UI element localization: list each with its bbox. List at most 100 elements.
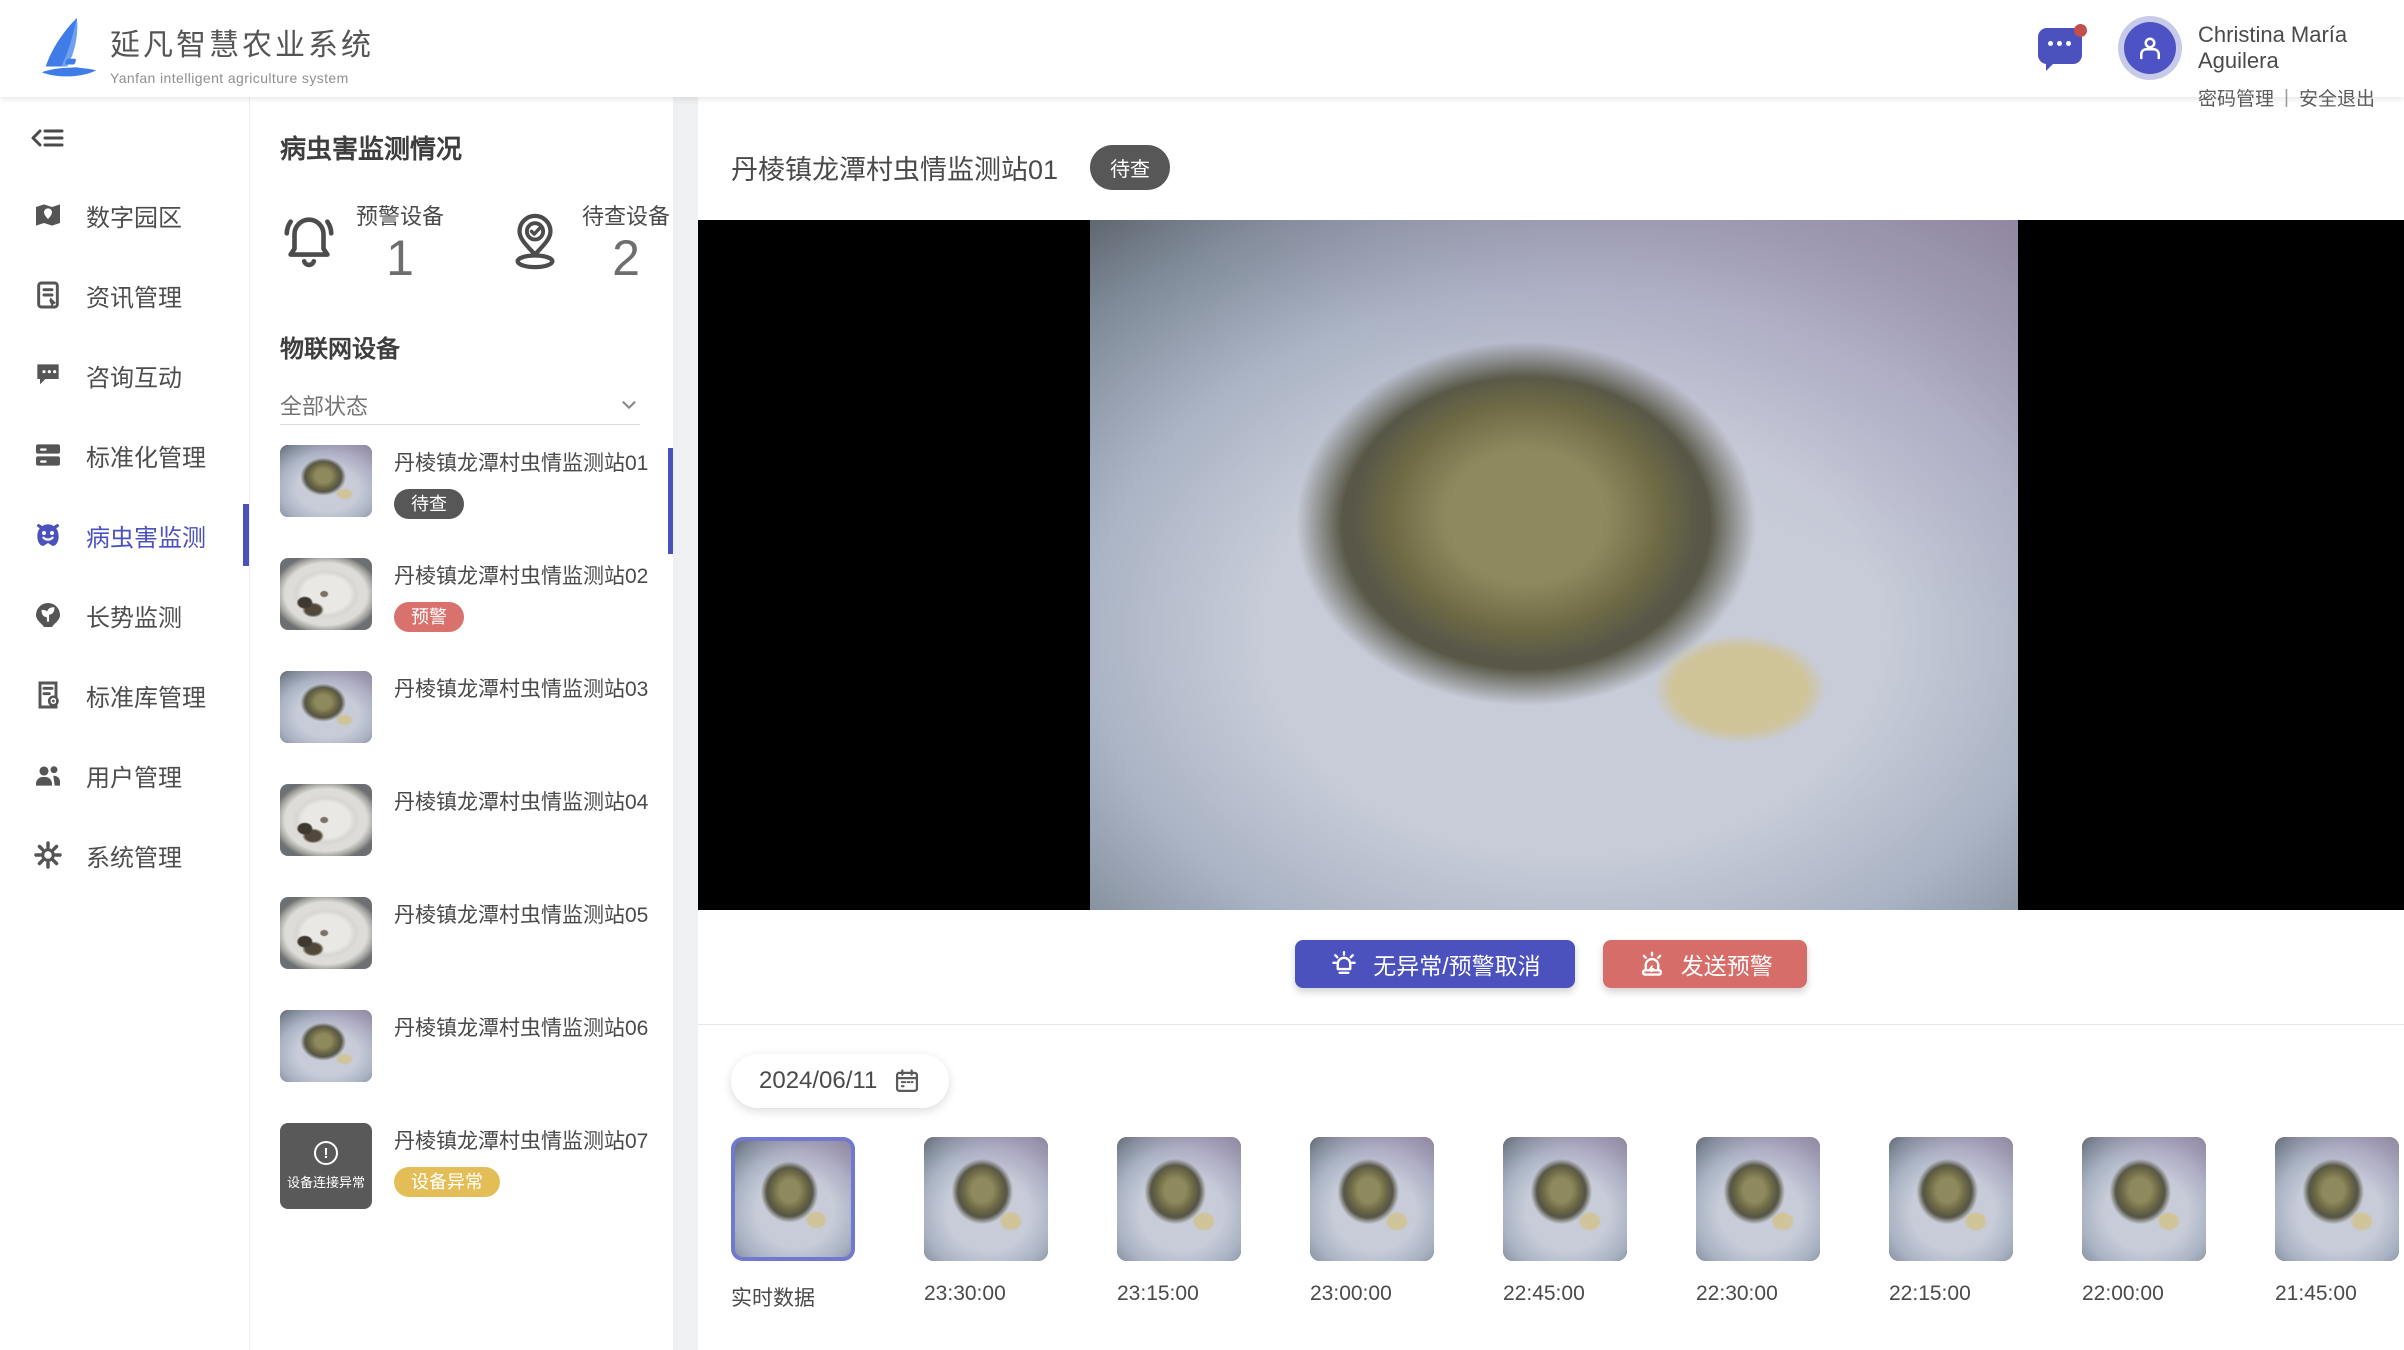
timeline-thumbnail (1310, 1137, 1434, 1261)
sidebar-item-label: 系统管理 (86, 838, 182, 873)
timeline-thumbnail (1503, 1137, 1627, 1261)
timeline-item[interactable]: 23:00:00 (1310, 1137, 1434, 1312)
messages-button[interactable] (2038, 28, 2084, 70)
sidebar-item-standardization[interactable]: 标准化管理 (0, 415, 249, 495)
sidebar-item-label: 长势监测 (86, 598, 182, 633)
date-value: 2024/06/11 (759, 1067, 877, 1095)
timeline-item[interactable]: 21:45:00 (2275, 1137, 2399, 1312)
timeline-item[interactable]: 22:30:00 (1696, 1137, 1820, 1312)
device-thumbnail (280, 671, 372, 743)
device-error-text: 设备连接异常 (287, 1172, 365, 1191)
status-filter-dropdown[interactable]: 全部状态 (280, 385, 640, 425)
stat-value: 2 (612, 233, 640, 283)
password-manage-link[interactable]: 密码管理 (2198, 84, 2274, 111)
device-panel: 病虫害监测情况 预警设备 1 待查设备 2 (250, 97, 673, 1350)
stats-row: 预警设备 1 待查设备 2 (280, 199, 670, 283)
device-name: 丹棱镇龙潭村虫情监测站02 (394, 560, 648, 590)
timeline-thumbnail (731, 1137, 855, 1261)
alarm-bell-icon (1329, 949, 1359, 979)
timeline-label: 23:30:00 (924, 1282, 1048, 1306)
device-thumbnail (280, 897, 372, 969)
calendar-icon (893, 1067, 921, 1095)
timeline-thumbnail (2082, 1137, 2206, 1261)
status-badge: 预警 (394, 602, 464, 632)
sidebar-item-label: 数字园区 (86, 198, 182, 233)
timeline-item[interactable]: 23:30:00 (924, 1137, 1048, 1312)
stat-pending-devices: 待查设备 2 (506, 199, 670, 283)
timeline-thumbnail (924, 1137, 1048, 1261)
timeline-label: 22:15:00 (1889, 1282, 2013, 1306)
main-content: 丹棱镇龙潭村虫情监测站01 待查 无异常/预警取消 发送预警 2024/06/ (698, 97, 2404, 1350)
timeline-item[interactable]: 22:15:00 (1889, 1137, 2013, 1312)
link-separator: | (2284, 87, 2289, 109)
device-row-03[interactable]: 丹棱镇龙潭村虫情监测站03 (280, 671, 663, 784)
app-subtitle: Yanfan intelligent agriculture system (110, 70, 374, 86)
gear-icon (32, 839, 64, 871)
device-row-07[interactable]: ! 设备连接异常 丹棱镇龙潭村虫情监测站07 设备异常 (280, 1123, 663, 1236)
sidebar-item-news[interactable]: 资讯管理 (0, 255, 249, 335)
sidebar-item-user-management[interactable]: 用户管理 (0, 735, 249, 815)
timeline-item-live[interactable]: 实时数据 (731, 1137, 855, 1312)
chat-icon (32, 359, 64, 391)
send-alert-button[interactable]: 发送预警 (1603, 940, 1807, 988)
error-icon: ! (314, 1141, 338, 1165)
status-badge: 待查 (394, 489, 464, 519)
timeline-thumbnail (1889, 1137, 2013, 1261)
library-icon (32, 679, 64, 711)
timeline-label: 23:15:00 (1117, 1282, 1241, 1306)
list-scrollbar-thumb[interactable] (668, 448, 673, 554)
cancel-alert-label: 无异常/预警取消 (1373, 947, 1540, 981)
device-thumbnail (280, 784, 372, 856)
timeline-item[interactable]: 23:15:00 (1117, 1137, 1241, 1312)
cancel-alert-button[interactable]: 无异常/预警取消 (1295, 940, 1574, 988)
sidebar-item-label: 标准库管理 (86, 678, 206, 713)
timeline-item[interactable]: 22:45:00 (1503, 1137, 1627, 1312)
action-buttons: 无异常/预警取消 发送预警 (698, 940, 2404, 988)
chevron-down-icon (618, 394, 640, 416)
device-list: 丹棱镇龙潭村虫情监测站01 待查 丹棱镇龙潭村虫情监测站02 预警 丹棱镇龙潭村… (280, 445, 663, 1236)
sidebar-item-standard-library[interactable]: 标准库管理 (0, 655, 249, 735)
user-info: Christina María Aguilera 密码管理 | 安全退出 (2198, 22, 2404, 111)
device-thumbnail (280, 1010, 372, 1082)
sidebar-item-consult[interactable]: 咨询互动 (0, 335, 249, 415)
sidebar-item-growth-monitoring[interactable]: 长势监测 (0, 575, 249, 655)
timeline-item[interactable]: 22:00:00 (2082, 1137, 2206, 1312)
stat-alert-devices: 预警设备 1 (280, 199, 444, 283)
divider (698, 1024, 2404, 1025)
stat-label: 待查设备 (582, 199, 670, 231)
device-row-05[interactable]: 丹棱镇龙潭村虫情监测站05 (280, 897, 663, 1010)
user-icon (2135, 33, 2165, 63)
app-header: 延凡智慧农业系统 Yanfan intelligent agriculture … (0, 0, 2404, 97)
camera-photo-stage (698, 220, 2404, 910)
device-row-06[interactable]: 丹棱镇龙潭村虫情监测站06 (280, 1010, 663, 1123)
device-row-02[interactable]: 丹棱镇龙潭村虫情监测站02 预警 (280, 558, 663, 671)
timeline-label: 23:00:00 (1310, 1282, 1434, 1306)
device-thumbnail (280, 558, 372, 630)
user-name: Christina María Aguilera (2198, 22, 2404, 74)
camera-photo (1090, 220, 2018, 910)
sidebar-nav: 数字园区 资讯管理 咨询互动 标准化管理 (0, 175, 249, 895)
sidebar-item-digital-park[interactable]: 数字园区 (0, 175, 249, 255)
timeline-label: 实时数据 (731, 1282, 855, 1312)
sidebar-item-label: 用户管理 (86, 758, 182, 793)
device-row-01[interactable]: 丹棱镇龙潭村虫情监测站01 待查 (280, 445, 663, 558)
date-picker[interactable]: 2024/06/11 (731, 1054, 949, 1108)
stat-label: 预警设备 (356, 199, 444, 231)
timeline-label: 22:30:00 (1696, 1282, 1820, 1306)
station-title: 丹棱镇龙潭村虫情监测站01 (731, 148, 1058, 187)
archive-icon (32, 439, 64, 471)
status-filter-value: 全部状态 (280, 389, 368, 421)
brand-block: 延凡智慧农业系统 Yanfan intelligent agriculture … (110, 20, 374, 86)
timeline-thumbnail (1117, 1137, 1241, 1261)
notification-dot (2074, 24, 2087, 37)
send-alert-label: 发送预警 (1681, 947, 1773, 981)
sidebar-item-pest-monitoring[interactable]: 病虫害监测 (0, 495, 249, 575)
timeline-strip: 实时数据 23:30:00 23:15:00 23:00:00 22:45:00… (731, 1137, 2399, 1312)
device-row-04[interactable]: 丹棱镇龙潭村虫情监测站04 (280, 784, 663, 897)
timeline-thumbnail (2275, 1137, 2399, 1261)
timeline-thumbnail (1696, 1137, 1820, 1261)
sidebar-item-system-management[interactable]: 系统管理 (0, 815, 249, 895)
logout-link[interactable]: 安全退出 (2299, 84, 2375, 111)
collapse-sidebar-button[interactable] (30, 123, 64, 153)
avatar[interactable] (2118, 16, 2182, 80)
